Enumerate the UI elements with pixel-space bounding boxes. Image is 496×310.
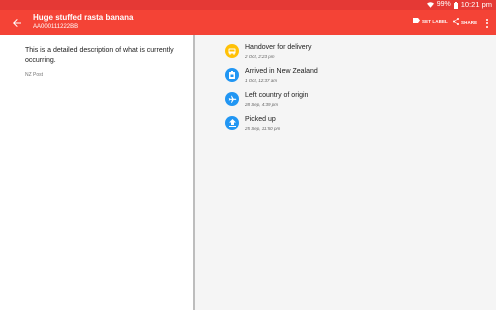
app-bar: Huge stuffed rasta banana AA000111222BB … xyxy=(0,10,496,35)
timeline-event[interactable]: Picked up 25 Sep, 11:50 pm xyxy=(225,116,425,136)
event-time: 1 Oct, 12:37 am xyxy=(245,78,278,83)
tracking-timeline: Handover for delivery 2 Oct, 2:23 pm Arr… xyxy=(195,35,496,310)
event-description: This is a detailed description of what i… xyxy=(25,47,174,64)
page-title: Huge stuffed rasta banana xyxy=(33,13,134,22)
share-text: SHARE xyxy=(461,19,478,25)
event-title: Handover for delivery xyxy=(245,44,312,51)
overflow-dot xyxy=(486,22,488,24)
status-bar: 99% 10:21 pm xyxy=(0,0,496,10)
clock: 10:21 pm xyxy=(460,0,492,9)
back-button[interactable] xyxy=(10,16,24,30)
share-icon xyxy=(453,18,459,26)
wifi-icon xyxy=(426,2,434,8)
timeline-event[interactable]: Left country of origin 28 Sep, 4:39 pm xyxy=(225,92,425,112)
arrow-back-icon xyxy=(13,14,21,32)
event-time: 28 Sep, 4:39 pm xyxy=(245,102,279,107)
set-label-text: SET LABEL xyxy=(422,18,448,24)
tracking-number: AA000111222BB xyxy=(33,24,79,30)
timeline-event[interactable]: Arrived in New Zealand 1 Oct, 12:37 am xyxy=(225,68,425,88)
more-options-button[interactable] xyxy=(484,17,490,29)
package-icon xyxy=(225,68,239,82)
label-icon xyxy=(413,18,420,24)
carrier-name: NZ Post xyxy=(25,72,44,78)
set-label-button[interactable]: SET LABEL xyxy=(413,18,448,24)
overflow-dot xyxy=(486,18,488,21)
status-indicators: 99% 10:21 pm xyxy=(426,0,492,9)
detail-panel: This is a detailed description of what i… xyxy=(0,35,193,310)
battery-percent: 99% xyxy=(436,1,451,8)
upload-icon xyxy=(225,116,239,130)
event-title: Left country of origin xyxy=(245,92,309,99)
airplane-icon xyxy=(225,92,239,106)
delivery-truck-icon xyxy=(225,44,239,58)
timeline-event[interactable]: Handover for delivery 2 Oct, 2:23 pm xyxy=(225,44,425,64)
share-button[interactable]: SHARE xyxy=(453,18,477,26)
overflow-dot xyxy=(486,25,488,28)
battery-icon xyxy=(453,1,458,9)
event-title: Arrived in New Zealand xyxy=(245,68,318,75)
event-title: Picked up xyxy=(245,116,276,123)
event-time: 2 Oct, 2:23 pm xyxy=(245,54,275,59)
event-time: 25 Sep, 11:50 pm xyxy=(245,126,281,131)
